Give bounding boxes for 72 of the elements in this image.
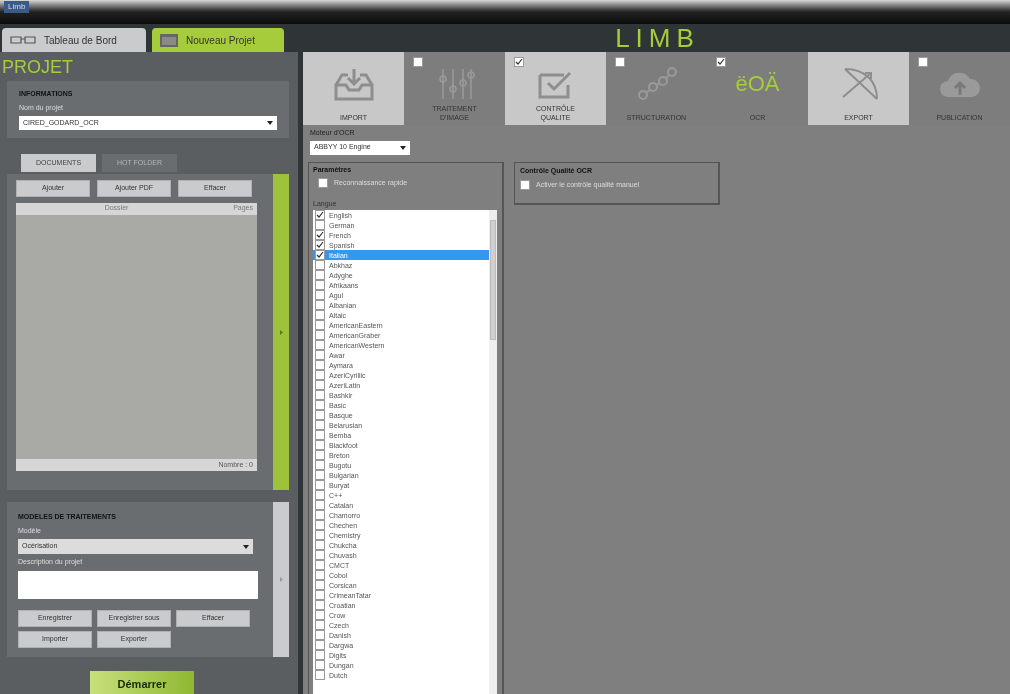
language-checkbox[interactable] [315,640,325,650]
dropdown-caret-icon [243,544,249,549]
language-checkbox[interactable] [315,400,325,410]
language-checkbox[interactable] [315,250,325,260]
language-checkbox[interactable] [315,660,325,670]
nav-tab[interactable]: Nouveau Projet [152,28,284,52]
language-checkbox[interactable] [315,440,325,450]
language-checkbox[interactable] [315,310,325,320]
language-checkbox[interactable] [315,340,325,350]
language-checkbox[interactable] [315,540,325,550]
step-checkbox[interactable] [514,57,524,67]
step-checkbox[interactable] [716,57,726,67]
step-checkbox[interactable] [918,57,928,67]
language-checkbox[interactable] [315,430,325,440]
language-checkbox[interactable] [315,330,325,340]
manual-quality-checkbox[interactable] [520,180,530,191]
language-checkbox[interactable] [315,670,325,680]
language-checkbox[interactable] [315,360,325,370]
chevron-right-icon [279,577,283,582]
language-checkbox[interactable] [315,380,325,390]
language-checkbox[interactable] [315,420,325,430]
language-checkbox[interactable] [315,600,325,610]
scrollbar[interactable] [489,210,497,694]
language-checkbox[interactable] [315,370,325,380]
language-checkbox[interactable] [315,240,325,250]
app-logo: LIMB [615,25,700,51]
language-checkbox[interactable] [315,290,325,300]
language-checkbox[interactable] [315,650,325,660]
language-checkbox[interactable] [315,480,325,490]
language-checkbox[interactable] [315,500,325,510]
fast-recognition-checkbox[interactable] [318,178,328,189]
language-checkbox[interactable] [315,580,325,590]
start-button[interactable]: Démarrer [90,671,194,694]
language-checkbox[interactable] [315,300,325,310]
inbox-download-icon [333,67,374,101]
language-checkbox[interactable] [315,530,325,540]
language-checkbox[interactable] [315,520,325,530]
connected-nodes-icon [636,67,677,101]
language-checkbox[interactable] [315,460,325,470]
language-checkbox[interactable] [315,230,325,240]
language-checkbox[interactable] [315,550,325,560]
language-checkbox[interactable] [315,320,325,330]
language-checkbox[interactable] [315,490,325,500]
language-checkbox[interactable] [315,560,325,570]
language-checkbox[interactable] [315,450,325,460]
dropdown-caret-icon [400,145,406,150]
language-checkbox[interactable] [315,410,325,420]
step-checkbox[interactable] [413,57,423,67]
language-checkbox[interactable] [315,260,325,270]
folder-icon [160,33,178,47]
nav-tab[interactable]: Tableau de Bord [2,28,146,52]
window-title: Limb [4,1,30,13]
language-checkbox[interactable] [315,510,325,520]
step-checkbox[interactable] [615,57,625,67]
description-field[interactable] [18,570,258,599]
language-checkbox[interactable] [315,280,325,290]
language-checkbox[interactable] [315,610,325,620]
ocr-glyph-icon: ëOÄ [735,73,780,95]
language-checkbox[interactable] [315,470,325,480]
language-checkbox[interactable] [315,350,325,360]
language-checkbox[interactable] [315,570,325,580]
chevron-right-icon [279,329,283,335]
language-checkbox[interactable] [315,390,325,400]
language-checkbox[interactable] [315,220,325,230]
language-checkbox[interactable] [315,270,325,280]
glasses-icon [10,35,36,45]
language-checkbox[interactable] [315,630,325,640]
language-checkbox[interactable] [315,210,325,220]
language-checkbox[interactable] [315,620,325,630]
panel-heading: PROJET [2,58,74,76]
dropdown-caret-icon [267,121,273,125]
language-checkbox[interactable] [315,590,325,600]
